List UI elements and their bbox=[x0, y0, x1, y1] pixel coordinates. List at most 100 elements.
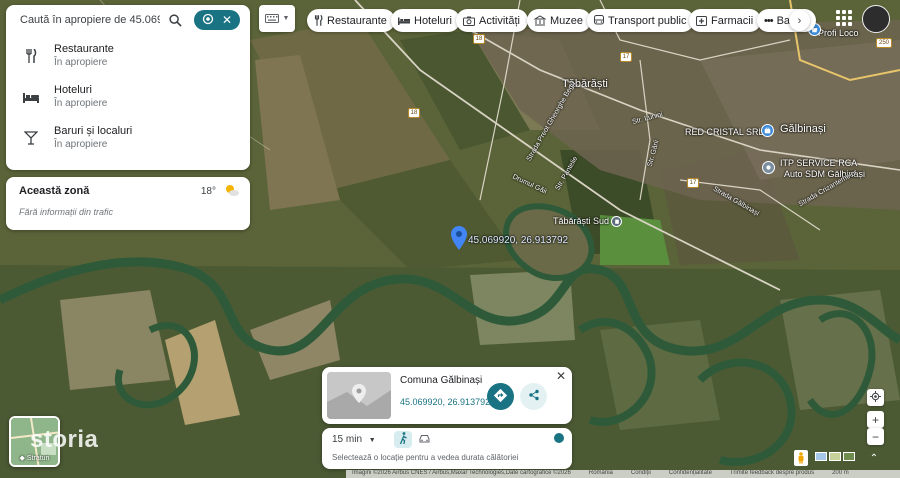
zoom-in-button[interactable]: + bbox=[867, 411, 884, 428]
input-tools-button[interactable]: ▼ bbox=[259, 5, 295, 32]
pharmacy-icon bbox=[696, 15, 707, 26]
close-icon[interactable]: ✕ bbox=[222, 13, 232, 27]
imagery-thumbnails[interactable] bbox=[815, 452, 855, 461]
map-scale[interactable]: 200 m bbox=[832, 470, 849, 478]
road-number-badge: 18 bbox=[473, 34, 485, 44]
museum-icon bbox=[534, 15, 546, 26]
place-red-cristal[interactable]: RED CRISTAL SRL bbox=[685, 127, 764, 137]
storia-watermark: storia bbox=[30, 426, 99, 453]
suggestion-subtitle: În apropiere bbox=[54, 56, 108, 68]
location-icon bbox=[202, 13, 214, 28]
traffic-info: Fără informații din trafic bbox=[19, 207, 114, 217]
chip-label: Farmacii bbox=[711, 14, 754, 27]
pegman-icon[interactable] bbox=[794, 450, 808, 466]
directions-button[interactable] bbox=[487, 383, 514, 410]
chip-museums[interactable]: Muzee bbox=[527, 9, 592, 32]
share-button[interactable] bbox=[520, 383, 547, 410]
chip-label: Activități bbox=[479, 14, 520, 27]
area-info-card[interactable]: Această zonă 18° Fără informații din tra… bbox=[6, 177, 250, 230]
place-profi[interactable]: Profi Loco bbox=[818, 28, 859, 38]
camera-icon bbox=[463, 16, 475, 26]
footer-feedback[interactable]: Trimite feedback despre produs bbox=[730, 470, 814, 478]
chips-next-button[interactable]: › bbox=[789, 10, 810, 31]
my-location-icon bbox=[870, 390, 881, 405]
service-poi-icon[interactable] bbox=[762, 161, 775, 174]
location-coordinates[interactable]: 45.069920, 26.913792 bbox=[400, 397, 490, 407]
travel-time-card: 15 min ▼ Selectează o locație pentru a v… bbox=[322, 428, 572, 469]
imagery-thumb[interactable] bbox=[815, 452, 827, 461]
suggestion-title: Restaurante bbox=[54, 42, 114, 55]
chip-activities[interactable]: Activități bbox=[456, 9, 528, 32]
search-bar[interactable]: Caută în apropiere de 45.069920 ✕ bbox=[6, 5, 250, 35]
bus-icon bbox=[594, 15, 604, 26]
share-icon bbox=[528, 389, 540, 404]
footer-country[interactable]: România bbox=[589, 470, 613, 478]
apps-grid-icon[interactable] bbox=[836, 10, 852, 26]
station-poi-icon[interactable] bbox=[611, 216, 622, 227]
chip-public-transport[interactable]: Transport public bbox=[587, 9, 695, 32]
location-pin-icon[interactable] bbox=[451, 226, 467, 250]
travel-time-value: 15 min bbox=[332, 434, 363, 445]
road-number-badge: 17 bbox=[687, 178, 699, 188]
driving-mode-button[interactable] bbox=[417, 432, 431, 446]
imagery-credits: Imagini ©2026 Airbus CNES / Airbus,Maxar… bbox=[352, 470, 571, 476]
travel-time-hint: Selectează o locație pentru a vedea dura… bbox=[332, 453, 519, 462]
footer-privacy[interactable]: Confidențialitate bbox=[669, 470, 712, 478]
fork-knife-icon bbox=[22, 48, 40, 63]
shop-poi-icon[interactable] bbox=[761, 124, 774, 137]
layers-text: Straturi bbox=[26, 455, 50, 462]
map-footer: Imagini ©2026 Airbus CNES / Airbus,Maxar… bbox=[346, 470, 900, 478]
place-galbinasi[interactable]: Gălbinași bbox=[780, 123, 826, 135]
chip-label: Restaurante bbox=[327, 14, 387, 27]
chip-label: Transport public bbox=[608, 14, 687, 27]
chip-pharmacies[interactable]: Farmacii bbox=[689, 9, 762, 32]
place-tabarasti-sud[interactable]: Tăbărăști Sud bbox=[553, 216, 609, 226]
imagery-thumb[interactable] bbox=[843, 452, 855, 461]
suggestion-title: Hoteluri bbox=[54, 83, 92, 96]
suggestion-title: Baruri și localuri bbox=[54, 124, 133, 137]
chip-label: Ba bbox=[776, 14, 791, 27]
account-avatar[interactable] bbox=[862, 5, 890, 33]
suggestion-bars[interactable]: Baruri și localuri În apropiere bbox=[6, 117, 250, 158]
suggestion-hotels[interactable]: Hoteluri În apropiere bbox=[6, 76, 250, 117]
road-number-badge: 17 bbox=[620, 52, 632, 62]
search-icon[interactable] bbox=[164, 9, 186, 31]
road-number-badge: 250 bbox=[876, 38, 892, 48]
chip-hotels[interactable]: Hoteluri bbox=[391, 9, 460, 32]
suggestion-restaurants[interactable]: Restaurante În apropiere bbox=[6, 35, 250, 76]
walking-mode-button[interactable] bbox=[394, 431, 412, 448]
my-location-button[interactable] bbox=[867, 389, 884, 406]
partly-sunny-icon bbox=[224, 183, 240, 200]
directions-icon bbox=[493, 388, 508, 405]
zoom-out-button[interactable]: − bbox=[867, 428, 884, 445]
chip-restaurants[interactable]: Restaurante bbox=[307, 9, 395, 32]
imagery-thumb[interactable] bbox=[829, 452, 841, 461]
pin-coordinates-label: 45.069920, 26.913792 bbox=[468, 235, 569, 246]
keyboard-icon bbox=[264, 12, 279, 26]
more-icon: ••• bbox=[764, 14, 774, 27]
bed-icon bbox=[22, 91, 40, 103]
chip-label: Hoteluri bbox=[414, 14, 452, 27]
place-itp-service[interactable]: ITP SERVICE RCA bbox=[780, 158, 857, 168]
suggestion-subtitle: În apropiere bbox=[54, 97, 108, 109]
location-card[interactable]: Comuna Gălbinași 45.069920, 26.913792 ✕ bbox=[322, 367, 572, 424]
close-icon[interactable]: ✕ bbox=[554, 369, 568, 383]
search-input[interactable]: Caută în apropiere de 45.069920 bbox=[20, 14, 160, 26]
expand-icon[interactable]: ⌃ bbox=[866, 450, 882, 466]
travel-time-select[interactable]: 15 min ▼ bbox=[332, 434, 376, 445]
layers-icon: ◆ bbox=[19, 455, 25, 462]
suggestion-subtitle: În apropiere bbox=[54, 138, 108, 150]
cocktail-icon bbox=[22, 130, 40, 145]
nearby-toggle-button[interactable]: ✕ bbox=[194, 10, 240, 30]
chip-label: Muzee bbox=[550, 14, 584, 27]
walking-icon bbox=[399, 432, 408, 447]
travel-time-toggle[interactable] bbox=[554, 433, 564, 443]
chevron-down-icon: ▼ bbox=[282, 15, 290, 22]
chevron-right-icon: › bbox=[797, 14, 802, 27]
temperature: 18° bbox=[200, 186, 216, 197]
location-name: Comuna Gălbinași bbox=[400, 375, 483, 386]
chevron-down-icon: ▼ bbox=[368, 437, 376, 444]
car-icon bbox=[419, 432, 430, 446]
location-thumbnail[interactable] bbox=[327, 372, 391, 419]
footer-terms[interactable]: Condiții bbox=[631, 470, 651, 478]
